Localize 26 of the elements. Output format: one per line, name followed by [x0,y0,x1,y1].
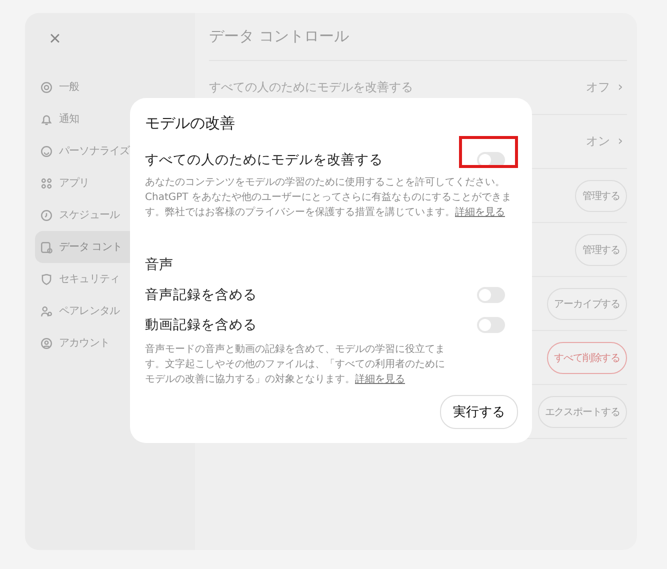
setting-value[interactable]: オフ [586,79,610,96]
details-link[interactable]: 詳細を見る [455,207,505,218]
action-button[interactable]: 管理する [575,180,627,212]
database-icon [40,240,53,254]
bell-icon [40,112,53,126]
delete-button[interactable]: すべて削除する [547,342,627,374]
action-button[interactable]: エクスポートする [538,396,627,428]
smiley-icon [40,144,53,158]
clock-icon [40,208,53,222]
close-button[interactable]: × [43,27,67,51]
people-icon [40,304,53,318]
details-link[interactable]: 詳細を見る [355,374,405,385]
action-button[interactable]: アーカイブする [547,288,627,320]
run-button[interactable]: 実行する [440,395,518,429]
chevron[interactable]: › [618,134,623,149]
shield-icon [40,272,53,286]
gear-icon [40,80,53,94]
action-button[interactable]: 管理する [575,234,627,266]
toggle-switch[interactable] [477,287,505,303]
user-icon [40,336,53,350]
toggle-switch[interactable] [477,317,505,333]
chevron[interactable]: › [618,80,623,95]
grid-icon [40,176,53,190]
setting-label: すべての人のためにモデルを改善する [209,79,413,96]
panel-title: データ コントロール [209,27,627,61]
setting-value[interactable]: オン [586,133,610,150]
